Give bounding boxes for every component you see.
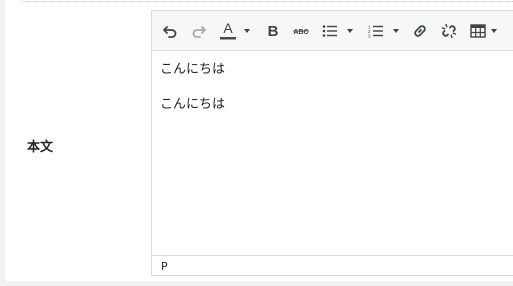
row-divider [22, 1, 513, 2]
bullet-list-button[interactable] [320, 19, 340, 43]
editor-content-area[interactable]: こんにちは こんにちは [160, 61, 225, 131]
undo-icon [163, 26, 177, 38]
numbered-list-dropdown-caret[interactable] [392, 19, 400, 43]
svg-text:ABC: ABC [293, 29, 308, 36]
svg-text:3: 3 [368, 34, 371, 39]
element-path[interactable]: P [161, 260, 168, 273]
text-color-swatch [220, 37, 236, 40]
rich-text-editor: A B ABC 1 2 3 こんにちは こんにちは P [151, 10, 513, 276]
left-gutter [0, 0, 5, 286]
link-button[interactable] [410, 19, 430, 43]
bullet-list-dropdown-caret[interactable] [346, 19, 354, 43]
strikethrough-icon: ABC [293, 29, 309, 36]
redo-icon [192, 26, 206, 38]
editor-statusbar: P [152, 255, 513, 275]
row-bottom-border [5, 281, 513, 286]
text-color-letter: A [223, 21, 233, 36]
table-icon [470, 24, 486, 38]
undo-button[interactable] [160, 19, 180, 43]
numbered-list-button[interactable]: 1 2 3 [366, 19, 386, 43]
page: 本文 A B ABC 1 2 3 こんにちは こんにちは P [0, 0, 513, 286]
chevron-down-icon [244, 29, 250, 33]
field-label: 本文 [27, 140, 54, 155]
numbered-list-icon: 1 2 3 [368, 25, 383, 39]
chevron-down-icon [393, 29, 399, 33]
text-color-icon: A [220, 21, 236, 40]
paragraph[interactable]: こんにちは [160, 96, 225, 113]
redo-button[interactable] [189, 19, 209, 43]
text-color-button[interactable]: A [218, 19, 238, 43]
table-dropdown-caret[interactable] [490, 19, 498, 43]
svg-text:B: B [268, 23, 279, 39]
bold-icon: B [268, 23, 279, 39]
bullet-list-icon [322, 25, 337, 37]
table-button[interactable] [468, 19, 488, 43]
bold-button[interactable]: B [263, 19, 283, 43]
strikethrough-button[interactable]: ABC [291, 19, 311, 43]
text-color-dropdown-caret[interactable] [243, 19, 251, 43]
unlink-button[interactable] [439, 19, 459, 43]
paragraph[interactable]: こんにちは [160, 61, 225, 78]
chevron-down-icon [491, 29, 497, 33]
link-icon [414, 25, 426, 37]
unlink-icon [441, 23, 457, 39]
chevron-down-icon [347, 29, 353, 33]
editor-toolbar: A B ABC 1 2 3 [152, 11, 513, 51]
